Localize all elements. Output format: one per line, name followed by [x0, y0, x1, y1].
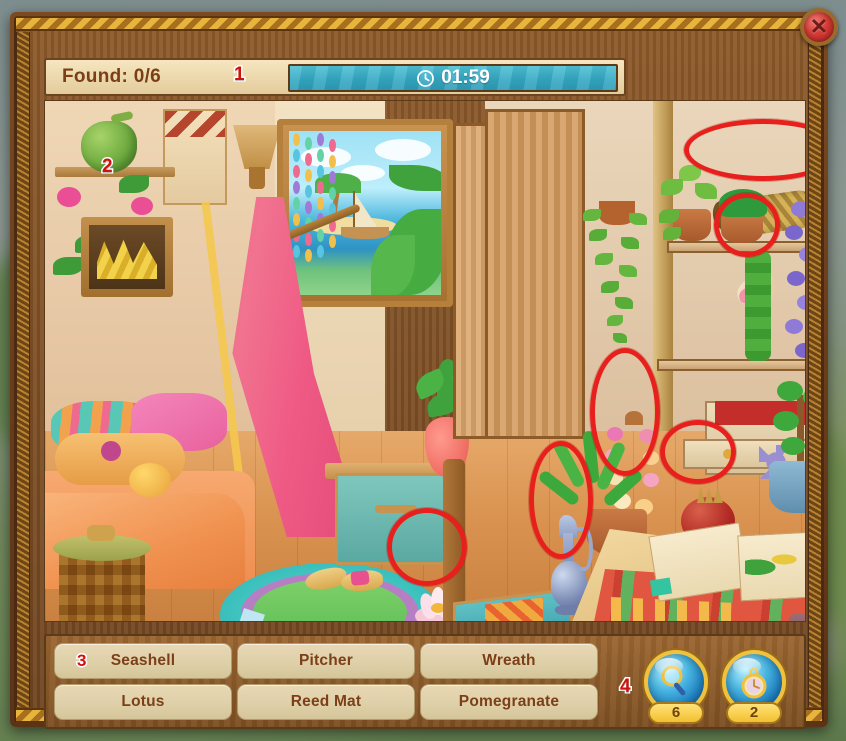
clock-icon	[417, 69, 435, 87]
hint-powerup-count: 6	[648, 701, 704, 724]
time-powerup-count: 2	[726, 701, 782, 724]
bolster-knot	[101, 441, 121, 461]
item-label: Lotus	[121, 693, 165, 710]
support-pole	[653, 101, 673, 431]
close-button[interactable]: ✕	[800, 8, 838, 46]
book-plant-illustration	[745, 549, 801, 575]
hud-bar: Found: 0/6 01:59	[44, 58, 626, 96]
wall-banner-zigzag	[165, 111, 225, 137]
item-label: Pitcher	[299, 652, 353, 669]
basket-knob	[87, 525, 115, 541]
annotation-marker-4: 4	[619, 674, 632, 698]
item-label: Wreath	[482, 652, 536, 669]
close-icon: ✕	[809, 14, 829, 39]
jar-lid-knob	[625, 411, 643, 425]
succulent-pot	[721, 213, 763, 243]
item-button-wreath[interactable]: Wreath	[420, 643, 598, 679]
frame-chevron-top	[16, 16, 822, 31]
powerup-tray: 4 6 2	[619, 649, 786, 724]
hidden-object-scene[interactable]	[44, 100, 806, 622]
nightstand	[335, 473, 453, 565]
timer-value: 01:59	[441, 67, 490, 88]
item-button-seashell[interactable]: 3 Seashell	[54, 643, 232, 679]
chest-drawer-knob	[723, 449, 733, 459]
green-hanging-fronds	[745, 251, 771, 361]
book-bookmark	[649, 577, 673, 597]
wooden-chair	[443, 459, 465, 621]
mango-fruit	[129, 463, 171, 497]
purple-flower-vine	[783, 201, 805, 391]
pocket-watch-icon	[741, 666, 767, 698]
annotation-marker-2: 2	[101, 155, 114, 179]
wall-sconce-base	[249, 167, 265, 189]
bottom-bar: 3 Seashell Pitcher Wreath Lotus Reed Mat	[44, 634, 806, 729]
inner-panel: Found: 0/6 01:59 1 2 3 Seashell Pitcher …	[34, 34, 824, 729]
screen-partition	[485, 109, 585, 439]
slipper-strap	[350, 570, 370, 586]
hanging-plant	[581, 195, 651, 367]
blue-pot	[769, 461, 805, 513]
item-button-lotus[interactable]: Lotus	[54, 684, 232, 720]
timer-bar: 01:59	[288, 64, 618, 92]
item-label: Seashell	[110, 652, 176, 669]
item-button-pomegranate[interactable]: Pomegranate	[420, 684, 598, 720]
item-button-reed-mat[interactable]: Reed Mat	[237, 684, 415, 720]
item-button-pitcher[interactable]: Pitcher	[237, 643, 415, 679]
item-list: 3 Seashell Pitcher Wreath Lotus Reed Mat	[54, 643, 598, 720]
hint-powerup[interactable]: 6	[644, 649, 708, 724]
framed-picture-art	[89, 225, 165, 289]
frame-weave-left	[16, 32, 30, 707]
succulent-plant	[719, 189, 767, 217]
app-root: Found: 0/6 01:59 1 2 3 Seashell Pitcher …	[0, 0, 846, 741]
time-powerup[interactable]: 2	[722, 649, 786, 724]
nightstand-drawer-handle	[375, 505, 417, 513]
annotation-marker-1: 1	[233, 63, 246, 87]
item-label: Reed Mat	[290, 693, 362, 710]
found-counter: Found: 0/6	[62, 66, 162, 87]
jade-plant	[771, 377, 805, 473]
game-window: Found: 0/6 01:59 1 2 3 Seashell Pitcher …	[10, 12, 828, 729]
item-label: Pomegranate	[458, 693, 560, 710]
annotation-marker-3: 3	[75, 650, 88, 672]
magnifier-icon	[661, 665, 686, 695]
clay-pot-right	[789, 613, 805, 621]
trailing-plant	[659, 165, 721, 243]
